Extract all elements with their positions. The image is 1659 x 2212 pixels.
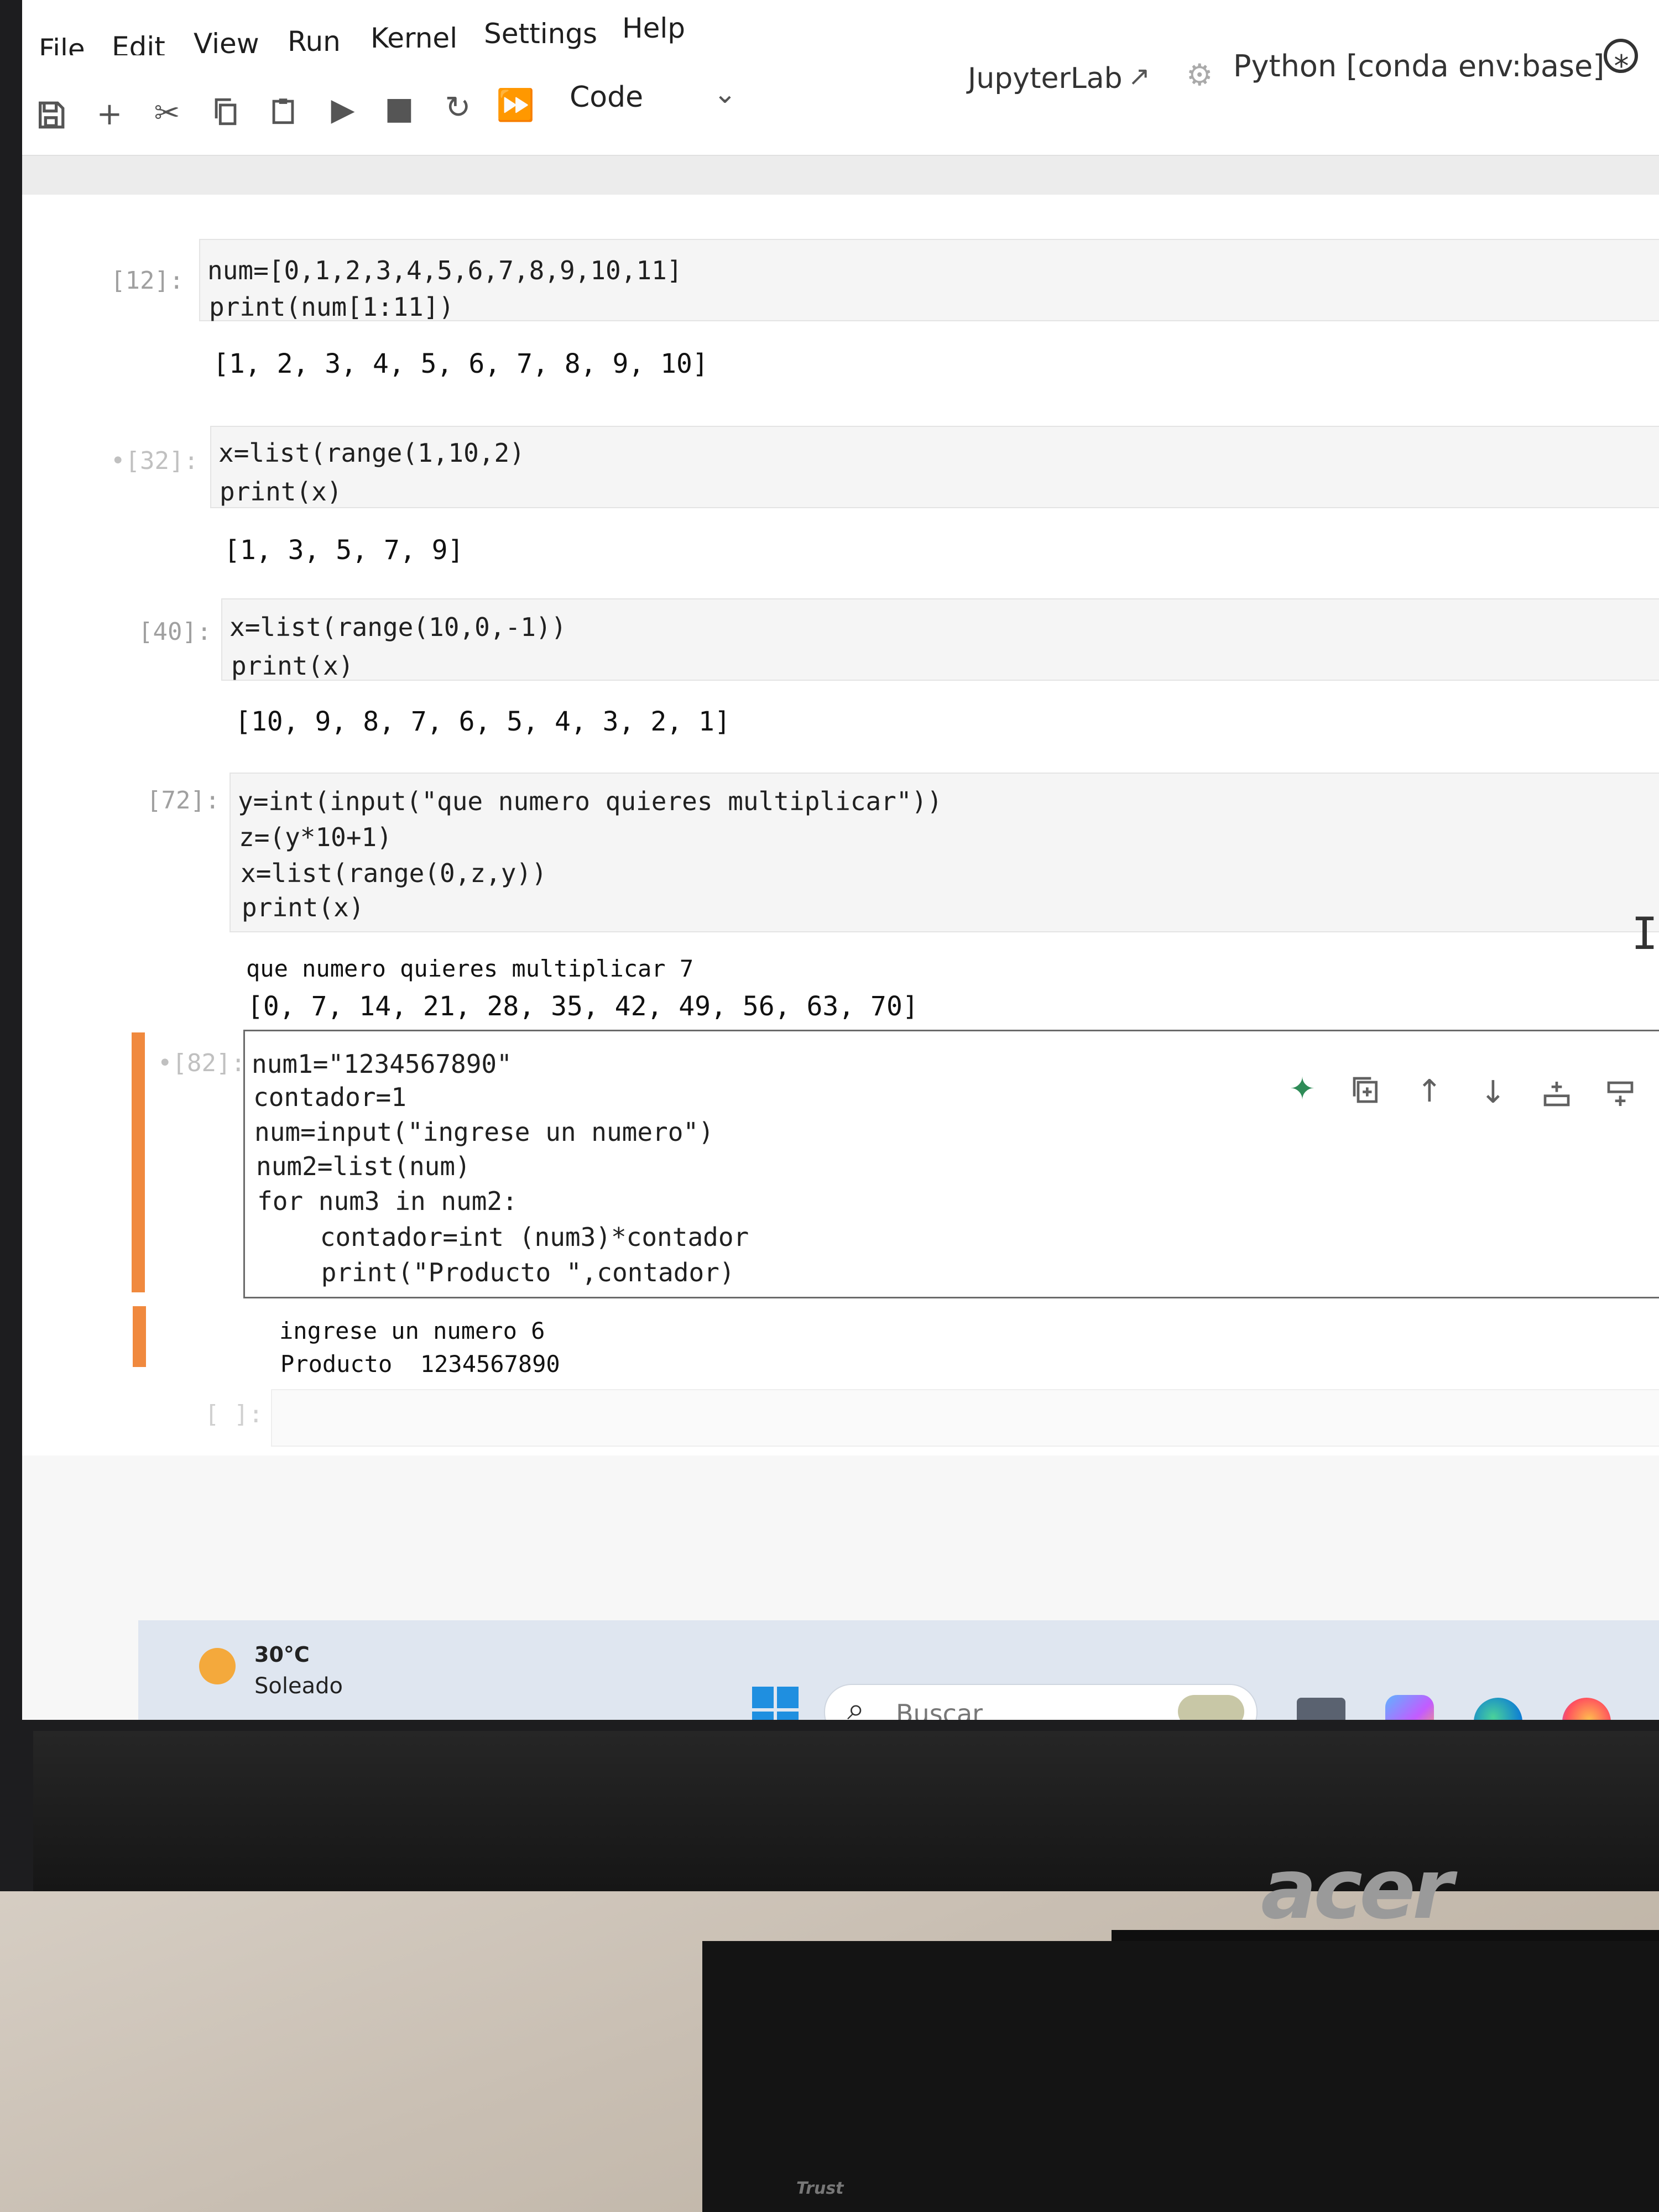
screen: File Edit View Run Kernel Settings Help … [22,0,1659,1720]
cut-icon[interactable]: ✂ [145,91,189,135]
stand-brand-label: Trust [796,2179,844,2198]
search-placeholder: Buscar [896,1699,983,1720]
notebook-toolbar: + ✂ ▶ ■ ↻ ⏩ Code ⌄ JupyterLab ↗ ⚙ Python… [22,39,1659,156]
restart-icon[interactable]: ↻ [436,85,480,129]
edge-browser-icon[interactable] [1474,1698,1522,1720]
windows-start-icon[interactable] [752,1687,799,1720]
insert-above-icon[interactable] [1537,1074,1576,1113]
code-line: x=list(range(1,10,2) [218,438,525,468]
monitor-stand [702,1941,1659,2212]
code-line: z=(y*10+1) [239,822,392,852]
code-line: print(x) [242,893,364,922]
search-icon: ⌕ [847,1691,865,1720]
stop-icon[interactable]: ■ [377,86,421,131]
code-line: for num3 in num2: [257,1186,518,1216]
notebook-panel: [12]: num=[0,1,2,3,4,5,6,7,8,9,10,11] pr… [22,195,1659,1455]
cell-output: Producto 1234567890 [280,1350,560,1378]
insert-below-icon[interactable] [1601,1075,1640,1114]
menu-help[interactable]: Help [622,12,685,44]
run-icon[interactable]: ▶ [321,87,365,132]
code-line: print(x) [231,651,354,681]
cell-prompt: [40]: [138,618,212,646]
cell-prompt: [ ]: [205,1400,263,1428]
weather-temperature[interactable]: 30°C [254,1642,310,1667]
paste-icon[interactable] [261,88,305,133]
chevron-down-icon[interactable]: ⌄ [713,77,737,109]
taskbar: 30°C Soleado ⌕ Buscar [138,1620,1659,1720]
code-line: contador=1 [253,1082,406,1112]
code-line: x=list(range(0,z,y)) [241,858,547,888]
duplicate-cell-icon[interactable] [1347,1071,1385,1109]
cell-type-select[interactable]: Code [570,81,643,114]
cell-prompt: [12]: [111,267,184,295]
kernel-status-circle-icon [1604,39,1638,73]
menu-kernel[interactable]: Kernel [371,22,457,54]
copy-icon[interactable] [204,90,248,134]
restart-run-all-icon[interactable]: ⏩ [493,83,538,127]
active-output-indicator [133,1306,146,1367]
open-jupyterlab-link[interactable]: JupyterLab [968,62,1123,95]
save-icon[interactable] [29,93,73,137]
cell-output: [1, 2, 3, 4, 5, 6, 7, 8, 9, 10] [213,348,708,379]
move-down-icon[interactable]: ↓ [1474,1073,1512,1112]
mouse-cursor-icon: I [1631,908,1658,959]
cell-prompt: •[82]: [158,1049,246,1077]
ai-assist-icon[interactable]: ✦ [1283,1070,1322,1108]
menubar: File Edit View Run Kernel Settings Help [22,0,1659,65]
code-line: contador=int (num3)*contador [259,1222,749,1252]
code-line: num=input("ingrese un numero") [254,1117,714,1147]
search-highlight-icon [1178,1695,1244,1720]
weather-description[interactable]: Soleado [254,1673,343,1699]
task-view-icon[interactable] [1297,1698,1345,1720]
cell-output: que numero quieres multiplicar 7 [246,955,694,982]
add-cell-icon[interactable]: + [87,92,132,136]
code-line: y=int(input("que numero quieres multipli… [238,786,942,816]
code-line: print(x) [220,477,342,507]
move-up-icon[interactable]: ↑ [1410,1072,1449,1110]
kernel-settings-icon[interactable]: ⚙ [1186,58,1213,92]
cell-output: [1, 3, 5, 7, 9] [224,535,464,566]
external-link-icon: ↗ [1128,61,1151,92]
monitor-brand-logo: acer [1261,1841,1453,1938]
copilot-icon[interactable] [1385,1695,1434,1720]
code-line: print("Producto ",contador) [260,1258,735,1287]
menu-run[interactable]: Run [288,25,341,58]
active-cell-indicator [132,1032,145,1292]
code-line: num=[0,1,2,3,4,5,6,7,8,9,10,11] [207,255,682,285]
cell-output: [0, 7, 14, 21, 28, 35, 42, 49, 56, 63, 7… [247,991,919,1022]
menu-settings[interactable]: Settings [484,18,597,50]
cell-prompt: [72]: [147,786,220,815]
firefox-icon[interactable] [1562,1698,1611,1720]
cell-output: [10, 9, 8, 7, 6, 5, 4, 3, 2, 1] [235,706,731,737]
tab-strip-bar [22,156,1659,195]
cell-prompt: •[32]: [111,447,199,475]
empty-code-cell-input[interactable] [271,1389,1659,1447]
code-line: num1="1234567890" [252,1049,512,1079]
code-line: num2=list(num) [256,1151,471,1181]
kernel-name[interactable]: Python [conda env:base] * [1233,49,1629,84]
code-line: print(num[1:11]) [209,292,455,322]
code-line: x=list(range(10,0,-1)) [229,612,567,642]
cell-output: ingrese un numero 6 [279,1317,545,1344]
weather-sun-icon[interactable] [199,1648,236,1684]
